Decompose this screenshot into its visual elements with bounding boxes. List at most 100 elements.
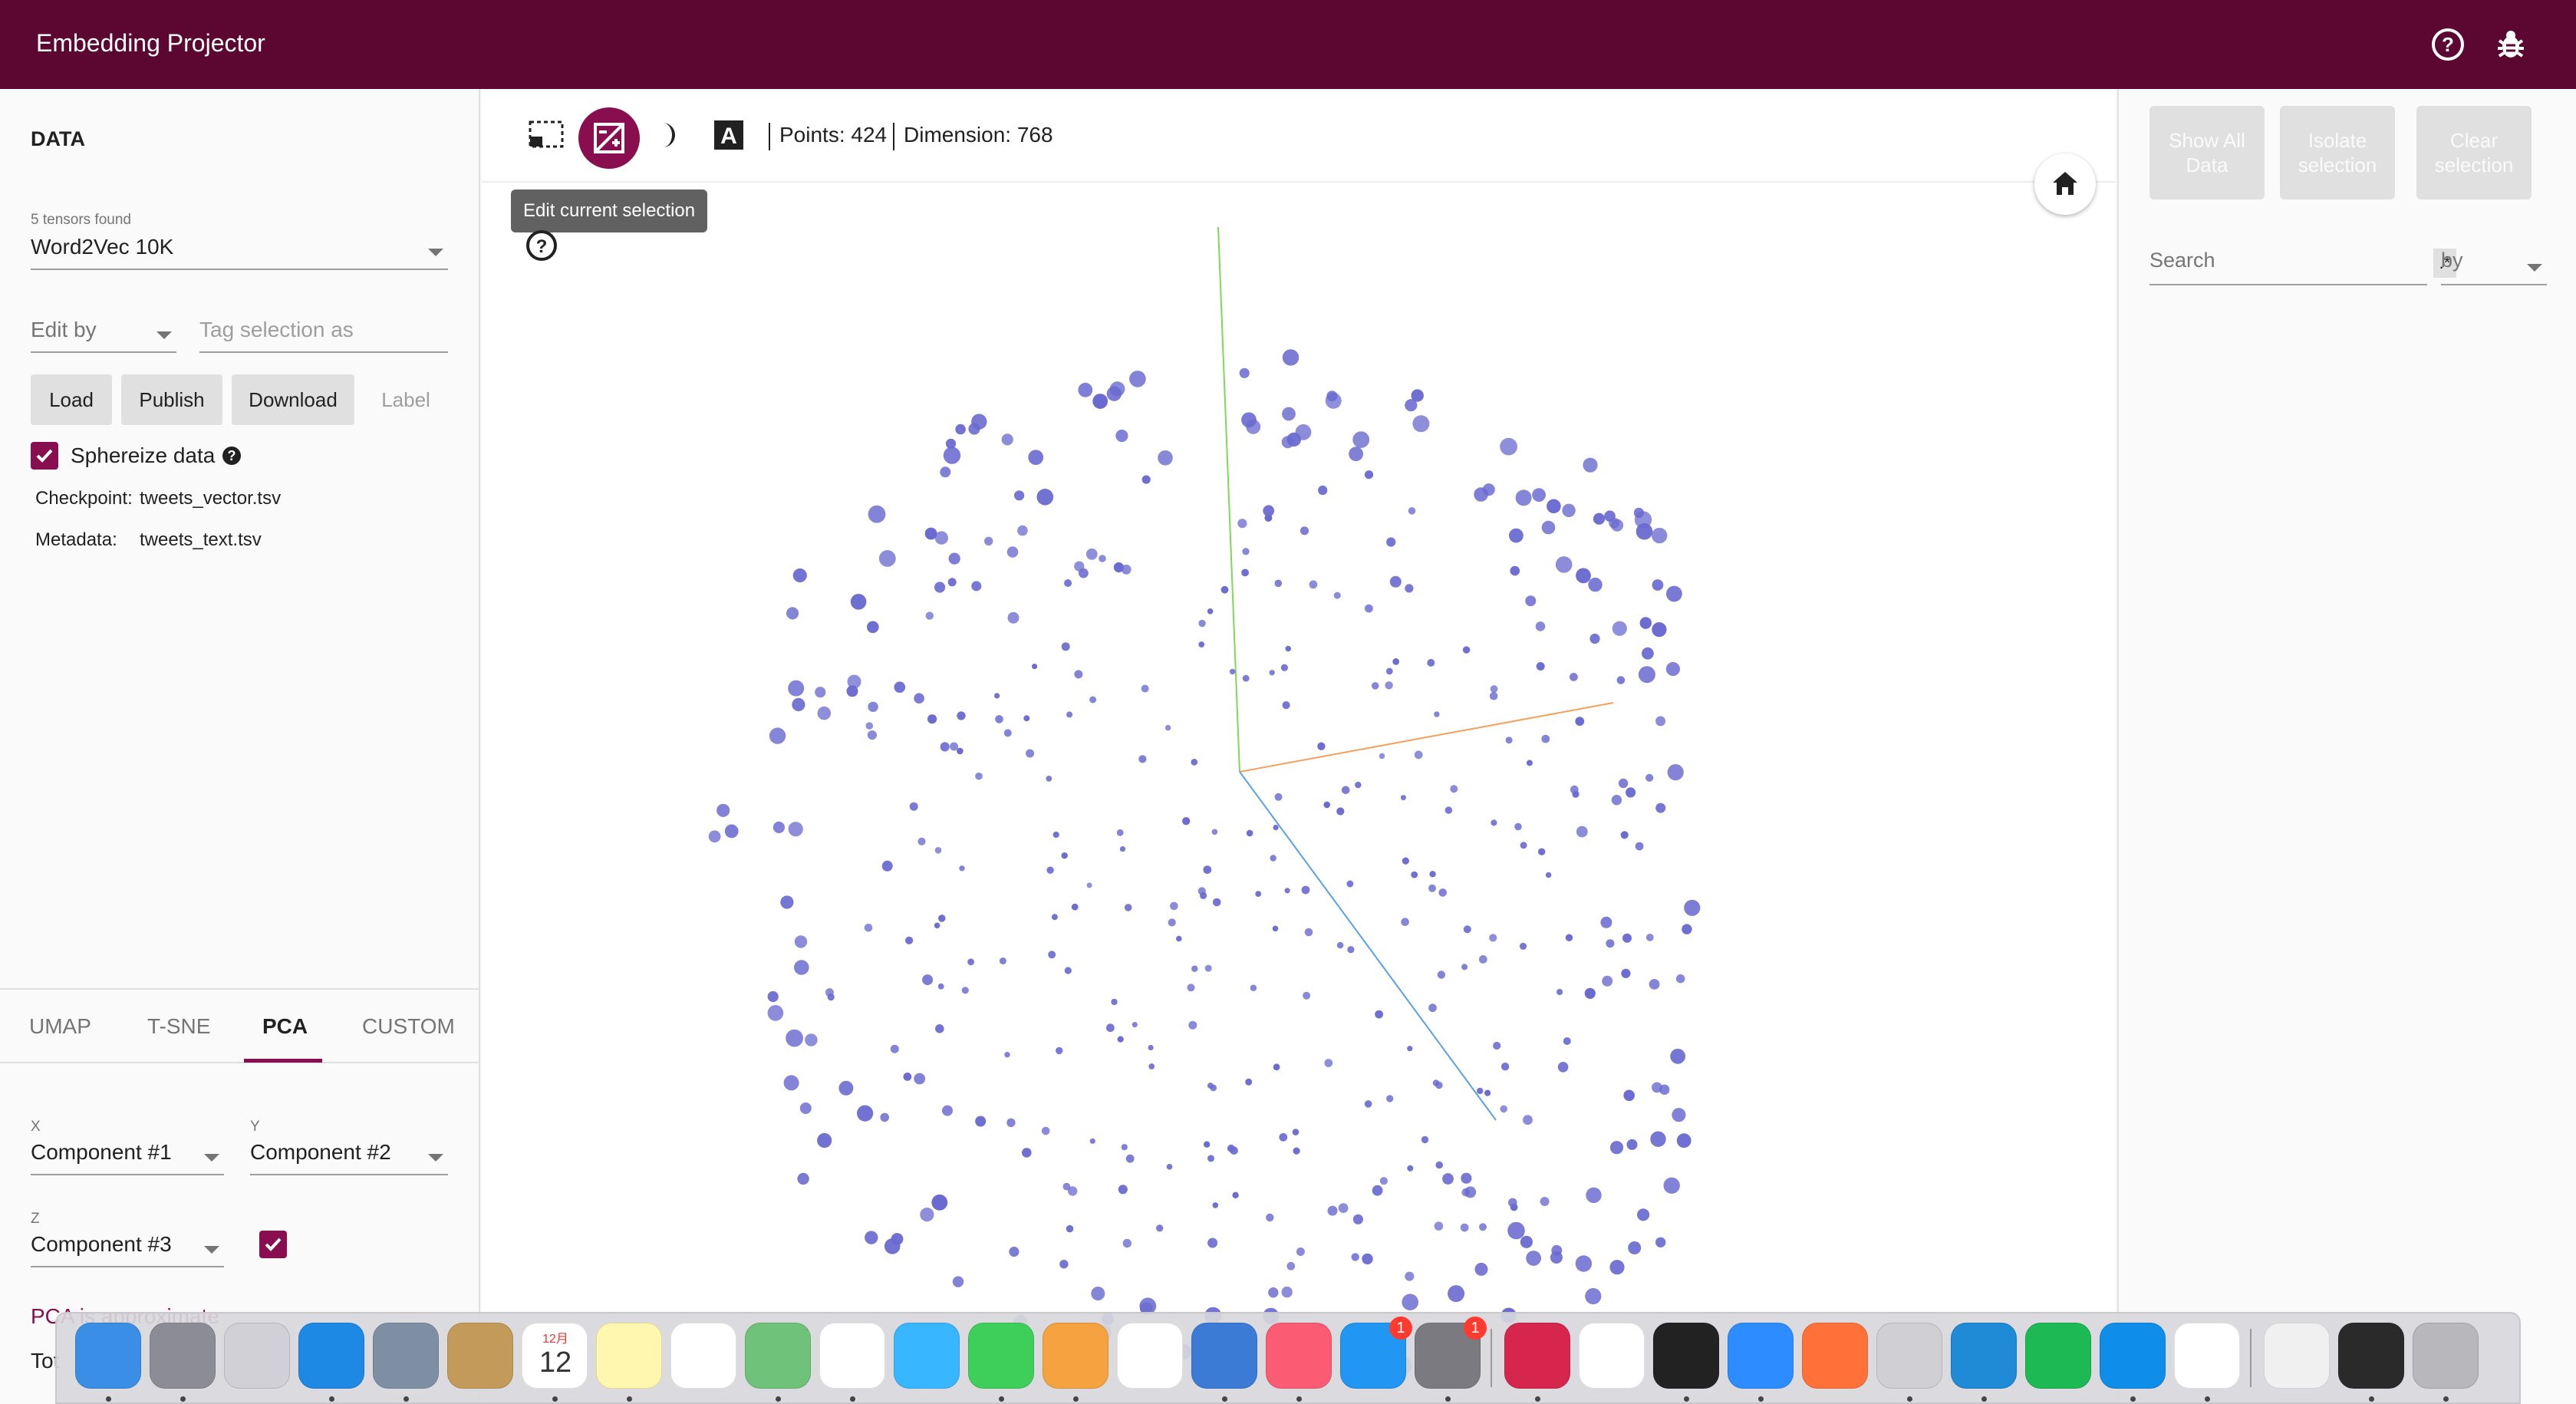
embedding-point[interactable]	[1421, 1135, 1429, 1144]
embedding-point[interactable]	[1375, 1010, 1383, 1019]
embedding-point[interactable]	[1046, 866, 1054, 874]
embedding-point[interactable]	[917, 837, 926, 845]
embedding-point[interactable]	[1285, 645, 1291, 652]
embedding-point[interactable]	[1003, 729, 1012, 737]
embedding-point[interactable]	[788, 680, 805, 697]
embedding-point[interactable]	[1474, 487, 1488, 502]
embedding-point[interactable]	[1061, 642, 1070, 651]
embedding-point[interactable]	[1241, 412, 1257, 428]
embedding-point[interactable]	[1279, 1132, 1288, 1142]
embedding-point[interactable]	[1229, 668, 1236, 675]
embedding-point[interactable]	[1600, 916, 1612, 928]
embedding-point[interactable]	[1623, 1089, 1635, 1102]
embedding-point[interactable]	[1059, 1260, 1069, 1269]
embedding-point[interactable]	[1191, 965, 1198, 972]
embedding-point[interactable]	[1052, 831, 1059, 839]
embedding-point[interactable]	[1526, 1251, 1541, 1266]
embedding-point[interactable]	[945, 438, 957, 449]
embedding-point[interactable]	[1514, 822, 1522, 831]
embedding-point[interactable]	[1545, 872, 1552, 878]
embedding-point[interactable]	[1500, 437, 1517, 456]
dock-app-notes-icon[interactable]	[596, 1323, 662, 1389]
embedding-point[interactable]	[1593, 512, 1606, 525]
embedding-point[interactable]	[1638, 666, 1655, 684]
embedding-point[interactable]	[1655, 1237, 1666, 1248]
embedding-point[interactable]	[1007, 611, 1020, 624]
dock-app-music-icon[interactable]	[1266, 1323, 1332, 1389]
embedding-point[interactable]	[1036, 489, 1054, 506]
embedding-point[interactable]	[934, 922, 940, 929]
load-button[interactable]: Load	[31, 374, 112, 425]
embedding-point[interactable]	[1489, 691, 1498, 700]
embedding-point[interactable]	[1141, 475, 1151, 484]
dock-app-finder-icon[interactable]	[75, 1323, 141, 1389]
embedding-point[interactable]	[1490, 685, 1498, 693]
embedding-point[interactable]	[1324, 1059, 1333, 1067]
embedding-point[interactable]	[1519, 942, 1527, 950]
embedding-point[interactable]	[1168, 918, 1176, 927]
embedding-point[interactable]	[1405, 584, 1414, 593]
embedding-point[interactable]	[1282, 407, 1296, 421]
embedding-point[interactable]	[1429, 871, 1436, 878]
help-icon[interactable]: ?	[222, 447, 241, 465]
embedding-point[interactable]	[1509, 528, 1524, 543]
embedding-point[interactable]	[1349, 447, 1363, 462]
embedding-point[interactable]	[1273, 1063, 1280, 1071]
embedding-point[interactable]	[1066, 1224, 1074, 1233]
embedding-point[interactable]	[1014, 490, 1025, 501]
embedding-point[interactable]	[967, 958, 974, 966]
dock-app-facetime-icon[interactable]	[968, 1323, 1034, 1389]
dock-app-safari-icon[interactable]	[298, 1323, 364, 1389]
bug-icon[interactable]	[2493, 27, 2528, 62]
embedding-point[interactable]	[1583, 457, 1598, 473]
dock-app-slack-icon[interactable]	[2174, 1323, 2240, 1389]
embedding-point[interactable]	[1620, 831, 1629, 839]
embedding-point[interactable]	[1510, 565, 1520, 576]
embedding-point[interactable]	[1086, 882, 1092, 888]
dock-app-keynote-icon[interactable]	[1191, 1323, 1257, 1389]
embedding-point[interactable]	[1309, 580, 1318, 589]
embedding-point[interactable]	[1148, 1063, 1155, 1069]
embedding-point[interactable]	[1428, 1004, 1437, 1013]
embedding-point[interactable]	[1292, 1129, 1300, 1135]
embedding-point[interactable]	[1028, 450, 1044, 465]
embedding-point[interactable]	[1650, 1131, 1666, 1147]
embedding-point[interactable]	[1017, 525, 1028, 536]
embedding-point[interactable]	[994, 693, 1000, 699]
embedding-point[interactable]	[1333, 592, 1341, 599]
x-component-select[interactable]: Component #1	[31, 1140, 224, 1175]
tensor-select[interactable]: Word2Vec 10K	[31, 235, 448, 270]
search-input[interactable]: Search .*	[2149, 249, 2456, 285]
embedding-point[interactable]	[1347, 946, 1355, 954]
embedding-point[interactable]	[1575, 1255, 1593, 1272]
embedding-point[interactable]	[905, 936, 914, 944]
help-icon[interactable]: ?	[525, 229, 558, 266]
show-all-data-button[interactable]: Show All Data	[2149, 106, 2265, 199]
embedding-point[interactable]	[1089, 1138, 1095, 1144]
dock-app-messages-icon[interactable]	[894, 1323, 960, 1389]
embedding-point[interactable]	[1622, 933, 1632, 943]
tab-custom[interactable]: CUSTOM	[362, 1014, 455, 1039]
dock-app-launchpad-icon[interactable]	[150, 1323, 216, 1389]
embedding-point[interactable]	[971, 414, 987, 430]
dock-app-scrobbles-icon[interactable]	[1504, 1323, 1570, 1389]
z-component-select[interactable]: Component #3	[31, 1232, 224, 1267]
label-button[interactable]: Label	[365, 374, 446, 425]
embedding-point[interactable]	[1585, 1287, 1602, 1305]
embedding-point[interactable]	[909, 802, 918, 811]
embedding-point[interactable]	[1109, 381, 1125, 397]
embedding-point[interactable]	[1520, 842, 1527, 849]
embedding-point[interactable]	[1119, 846, 1126, 852]
embedding-point[interactable]	[942, 1105, 953, 1116]
embedding-point[interactable]	[922, 974, 934, 986]
embedding-point[interactable]	[1621, 968, 1631, 978]
embedding-point[interactable]	[1346, 880, 1354, 888]
embedding-point[interactable]	[1207, 1155, 1214, 1162]
embedding-point[interactable]	[1538, 848, 1546, 855]
embedding-point[interactable]	[1041, 1126, 1050, 1135]
embedding-point[interactable]	[1670, 1048, 1685, 1064]
embedding-point[interactable]	[984, 536, 993, 545]
embedding-point[interactable]	[1282, 701, 1290, 710]
embedding-point[interactable]	[1006, 546, 1019, 558]
embedding-point[interactable]	[1479, 1223, 1487, 1231]
